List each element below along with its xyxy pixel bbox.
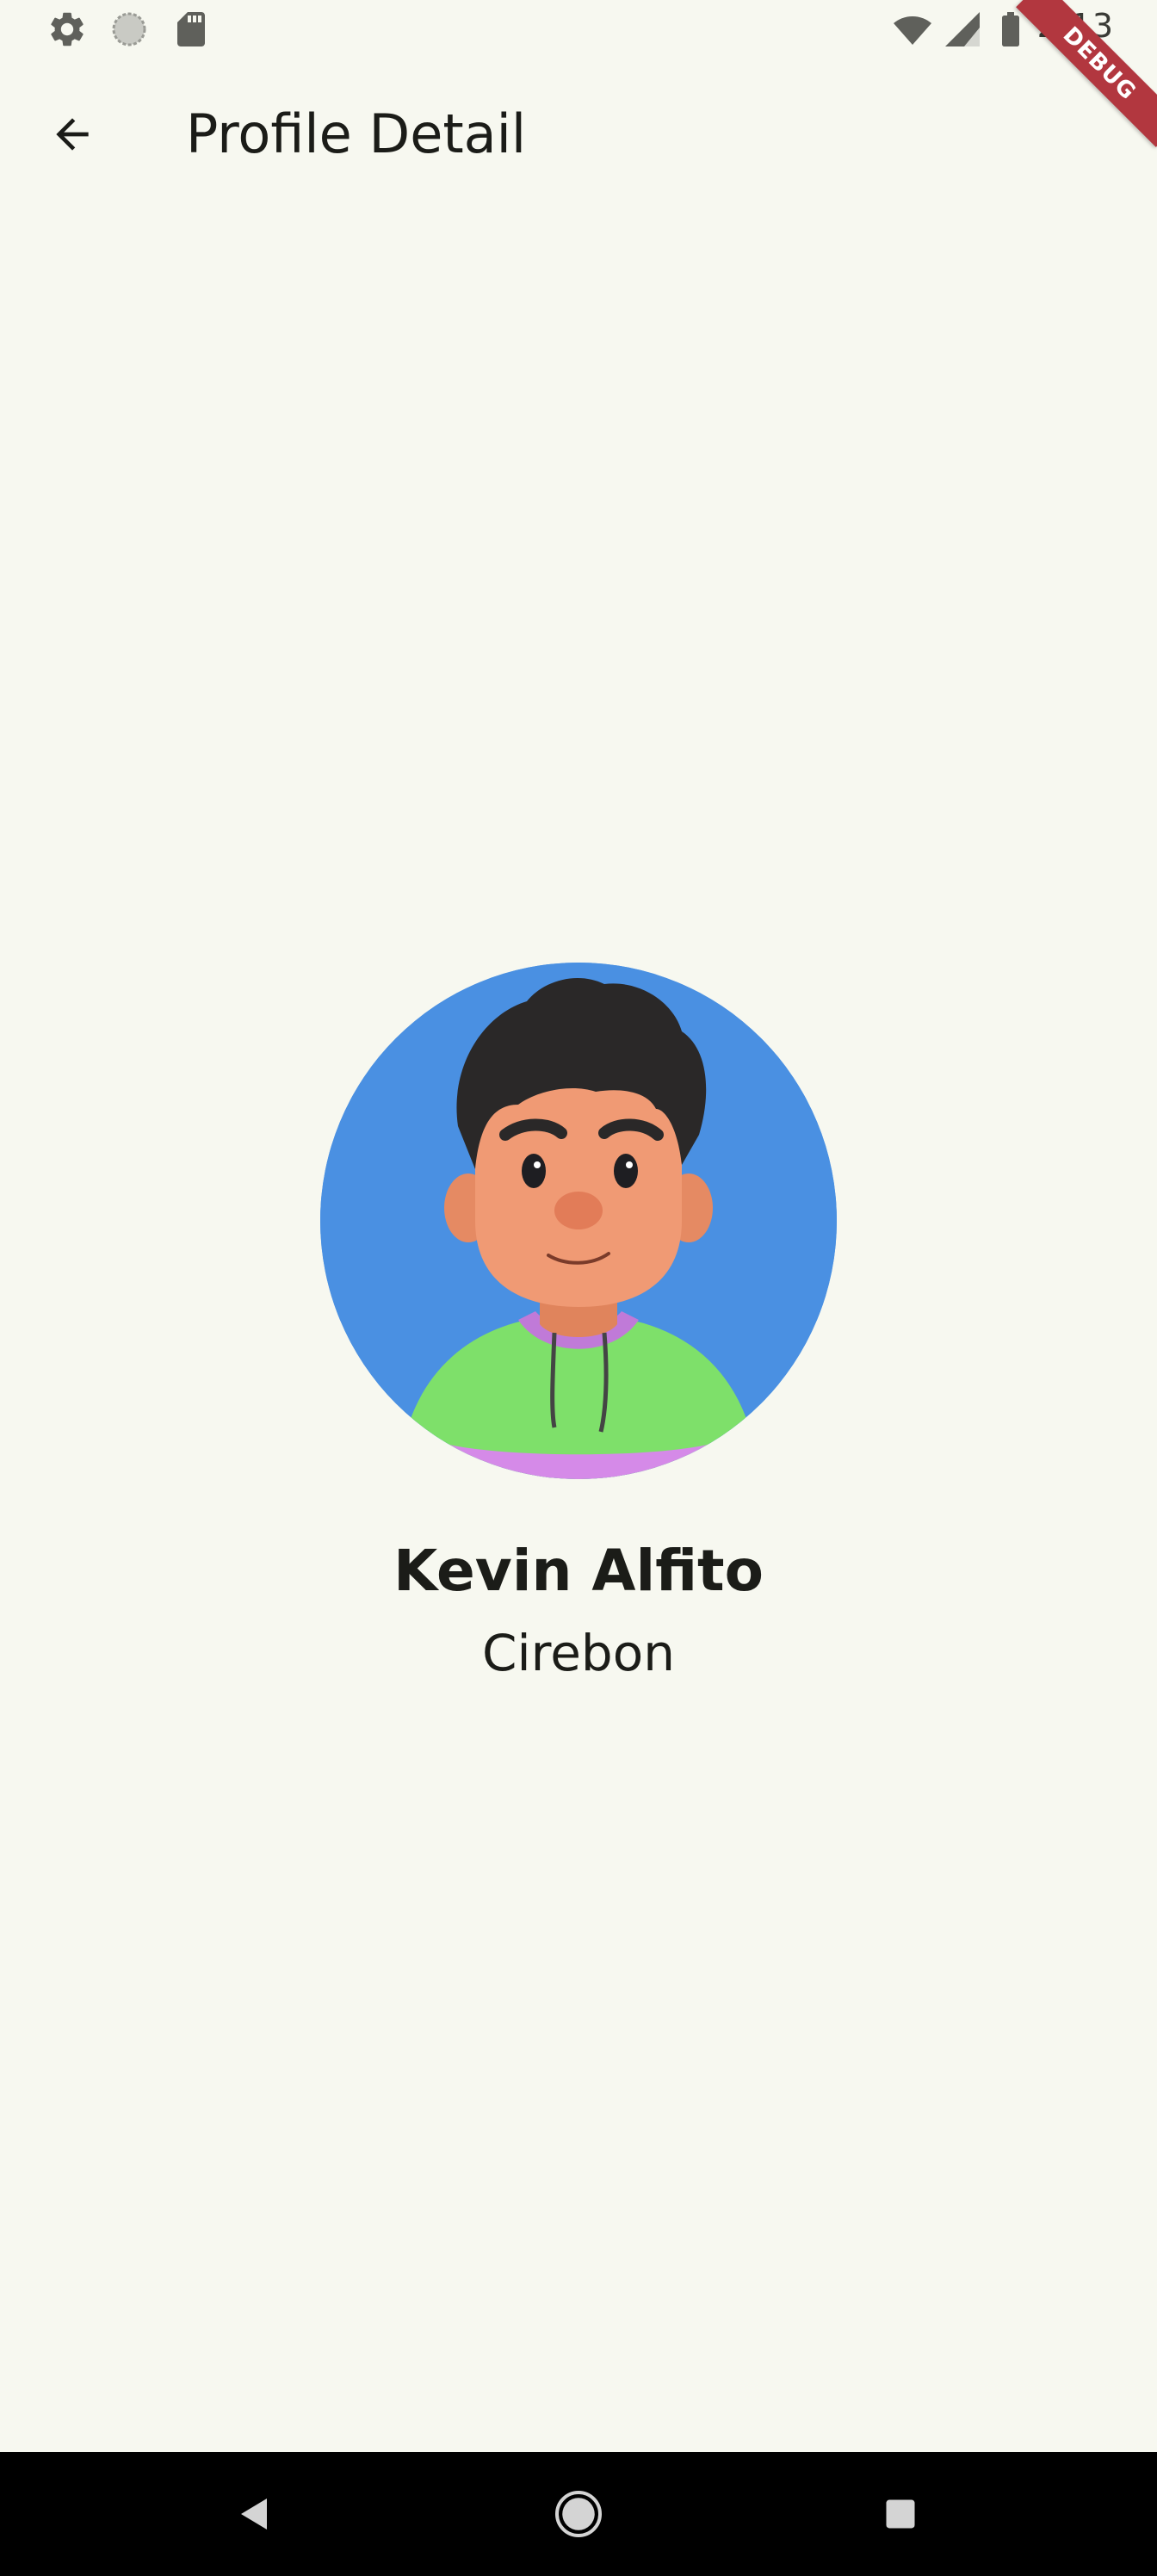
app-bar: Profile Detail bbox=[0, 62, 1157, 207]
wifi-icon bbox=[894, 16, 931, 45]
sync-icon bbox=[112, 12, 146, 46]
system-nav-bar bbox=[0, 2452, 1157, 2576]
home-icon bbox=[555, 2491, 602, 2537]
profile-city: Cirebon bbox=[482, 1624, 675, 1682]
sd-card-icon bbox=[177, 12, 205, 46]
avatar bbox=[320, 963, 837, 1479]
nav-home-button[interactable] bbox=[548, 2483, 609, 2545]
page-title: Profile Detail bbox=[186, 102, 527, 165]
avatar-illustration bbox=[320, 963, 837, 1479]
signal-icon bbox=[945, 12, 980, 46]
screen: 2:13 DEBUG Profile Detail bbox=[0, 0, 1157, 2576]
arrow-back-icon bbox=[56, 118, 89, 151]
recents-icon bbox=[886, 2499, 915, 2529]
nav-recents-button[interactable] bbox=[869, 2483, 931, 2545]
back-icon bbox=[241, 2499, 267, 2530]
profile-name: Kevin Alfito bbox=[393, 1538, 764, 1604]
settings-icon bbox=[51, 12, 84, 46]
back-button[interactable] bbox=[31, 93, 114, 176]
status-bar: 2:13 bbox=[0, 0, 1157, 62]
nav-back-button[interactable] bbox=[224, 2483, 286, 2545]
